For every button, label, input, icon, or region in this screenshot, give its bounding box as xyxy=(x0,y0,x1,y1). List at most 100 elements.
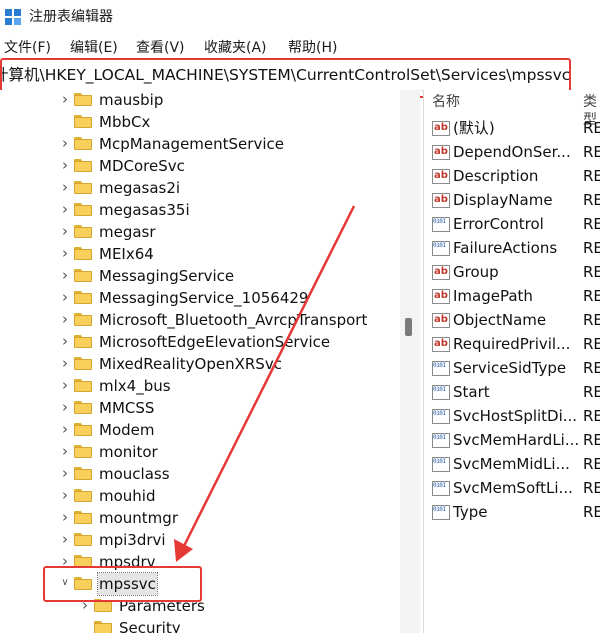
chevron-right-icon[interactable]: › xyxy=(60,464,70,482)
menu-help[interactable]: 帮助(H) xyxy=(288,39,337,57)
value-name[interactable]: Description xyxy=(453,166,538,186)
value-name[interactable]: ObjectName xyxy=(453,310,546,330)
chevron-right-icon[interactable]: › xyxy=(60,310,70,328)
chevron-right-icon[interactable]: › xyxy=(60,420,70,438)
tree-item-label[interactable]: megasas2i xyxy=(98,177,181,199)
chevron-right-icon[interactable]: › xyxy=(60,134,70,152)
value-row[interactable]: ImagePath RE xyxy=(424,284,600,308)
value-row[interactable]: SvcHostSplitDi... RE xyxy=(424,404,600,428)
tree-item-label[interactable]: mpsdrv xyxy=(98,551,157,573)
tree-item-label[interactable]: monitor xyxy=(98,441,159,463)
tree-item[interactable]: › MEIx64 xyxy=(0,243,400,265)
value-name[interactable]: DisplayName xyxy=(453,190,553,210)
tree-item[interactable]: › MDCoreSvc xyxy=(0,155,400,177)
tree-item-label[interactable]: Modem xyxy=(98,419,155,441)
tree-item[interactable]: › mountmgr xyxy=(0,507,400,529)
tree-item-label[interactable]: MessagingService xyxy=(98,265,235,287)
tree-item[interactable]: › megasas35i xyxy=(0,199,400,221)
tree-item[interactable]: › Microsoft_Bluetooth_AvrcpTransport xyxy=(0,309,400,331)
chevron-right-icon[interactable]: › xyxy=(60,442,70,460)
chevron-right-icon[interactable]: › xyxy=(60,376,70,394)
value-row[interactable]: SvcMemSoftLi... RE xyxy=(424,476,600,500)
tree-item[interactable]: › MixedRealityOpenXRSvc xyxy=(0,353,400,375)
tree-scrollbar-thumb[interactable] xyxy=(405,318,412,336)
column-header-name[interactable]: 名称 xyxy=(432,93,460,111)
tree-item[interactable]: › mlx4_bus xyxy=(0,375,400,397)
tree-item-label[interactable]: MEIx64 xyxy=(98,243,155,265)
tree-item[interactable]: › mpsdrv xyxy=(0,551,400,573)
tree-item[interactable]: MbbCx xyxy=(0,111,400,133)
value-row[interactable]: RequiredPrivil... RE xyxy=(424,332,600,356)
tree-item[interactable]: › mausbip xyxy=(0,90,400,111)
chevron-right-icon[interactable]: › xyxy=(60,222,70,240)
value-row[interactable]: DisplayName RE xyxy=(424,188,600,212)
tree-item[interactable]: › Parameters xyxy=(0,595,400,617)
tree-item-label[interactable]: Parameters xyxy=(118,595,206,617)
chevron-right-icon[interactable]: › xyxy=(60,156,70,174)
tree-item[interactable]: › mouclass xyxy=(0,463,400,485)
value-row[interactable]: Group RE xyxy=(424,260,600,284)
chevron-right-icon[interactable]: › xyxy=(60,266,70,284)
value-row[interactable]: (默认) RE xyxy=(424,116,600,140)
value-name[interactable]: SvcHostSplitDi... xyxy=(453,406,577,426)
values-list[interactable]: 名称 类型 (默认)REDependOnSer...REDescriptionR… xyxy=(424,90,600,633)
tree-item[interactable]: › MicrosoftEdgeElevationService xyxy=(0,331,400,353)
value-row[interactable]: ObjectName RE xyxy=(424,308,600,332)
menu-view[interactable]: 查看(V) xyxy=(136,39,185,57)
tree-item-label[interactable]: Security xyxy=(118,617,182,633)
menu-file[interactable]: 文件(F) xyxy=(4,39,51,57)
tree-item[interactable]: › MessagingService_1056429 xyxy=(0,287,400,309)
value-row[interactable]: SvcMemHardLi...RE xyxy=(424,428,600,452)
value-name[interactable]: Start xyxy=(453,382,490,402)
tree-item-label[interactable]: mausbip xyxy=(98,90,164,111)
value-name[interactable]: Group xyxy=(453,262,499,282)
chevron-right-icon[interactable]: › xyxy=(60,288,70,306)
tree-item[interactable]: › megasr xyxy=(0,221,400,243)
value-name[interactable]: SvcMemSoftLi... xyxy=(453,478,573,498)
chevron-right-icon[interactable]: › xyxy=(60,508,70,526)
tree-item-label[interactable]: MicrosoftEdgeElevationService xyxy=(98,331,331,353)
tree-item-label[interactable]: MDCoreSvc xyxy=(98,155,186,177)
chevron-right-icon[interactable]: › xyxy=(60,178,70,196)
value-name[interactable]: (默认) xyxy=(453,118,495,138)
value-name[interactable]: SvcMemHardLi... xyxy=(453,430,579,450)
value-name[interactable]: FailureActions xyxy=(453,238,557,258)
chevron-right-icon[interactable]: › xyxy=(60,200,70,218)
chevron-right-icon[interactable]: › xyxy=(80,596,90,614)
tree-item-label[interactable]: megasas35i xyxy=(98,199,191,221)
value-name[interactable]: ErrorControl xyxy=(453,214,544,234)
value-name[interactable]: DependOnSer... xyxy=(453,142,571,162)
tree-item[interactable]: Security xyxy=(0,617,400,633)
tree-item[interactable]: › McpManagementService xyxy=(0,133,400,155)
tree-item-label[interactable]: MbbCx xyxy=(98,111,151,133)
value-row[interactable]: ErrorControl RE xyxy=(424,212,600,236)
tree-item[interactable]: › MMCSS xyxy=(0,397,400,419)
tree-item[interactable]: › mouhid xyxy=(0,485,400,507)
chevron-right-icon[interactable]: › xyxy=(60,90,70,108)
menu-favorites[interactable]: 收藏夹(A) xyxy=(204,39,267,57)
tree-item-label[interactable]: mouhid xyxy=(98,485,157,507)
chevron-right-icon[interactable]: › xyxy=(60,354,70,372)
tree-item-label[interactable]: mpi3drvi xyxy=(98,529,167,551)
address-path[interactable]: 计算机\HKEY_LOCAL_MACHINE\SYSTEM\CurrentCon… xyxy=(0,66,570,84)
key-tree[interactable]: › mausbip MbbCx › McpManagementService › MDCor… xyxy=(0,90,400,633)
tree-item-selected[interactable]: ∨ mpssvc xyxy=(0,572,400,596)
tree-item[interactable]: › MessagingService xyxy=(0,265,400,287)
value-name[interactable]: SvcMemMidLi... xyxy=(453,454,570,474)
tree-scrollbar[interactable] xyxy=(400,90,420,633)
tree-item-label[interactable]: mlx4_bus xyxy=(98,375,172,397)
chevron-down-icon[interactable]: ∨ xyxy=(60,577,70,589)
value-row[interactable]: Description RE xyxy=(424,164,600,188)
tree-item-label[interactable]: mouclass xyxy=(98,463,171,485)
chevron-right-icon[interactable]: › xyxy=(60,398,70,416)
tree-item[interactable]: › megasas2i xyxy=(0,177,400,199)
chevron-right-icon[interactable]: › xyxy=(60,486,70,504)
tree-item-label[interactable]: mpssvc xyxy=(97,572,158,596)
value-name[interactable]: ServiceSidType xyxy=(453,358,566,378)
tree-item-label[interactable]: megasr xyxy=(98,221,157,243)
value-name[interactable]: Type xyxy=(453,502,487,522)
tree-item-label[interactable]: mountmgr xyxy=(98,507,179,529)
tree-item-label[interactable]: MessagingService_1056429 xyxy=(98,287,309,309)
value-row[interactable]: Type RE xyxy=(424,500,600,524)
value-name[interactable]: ImagePath xyxy=(453,286,533,306)
